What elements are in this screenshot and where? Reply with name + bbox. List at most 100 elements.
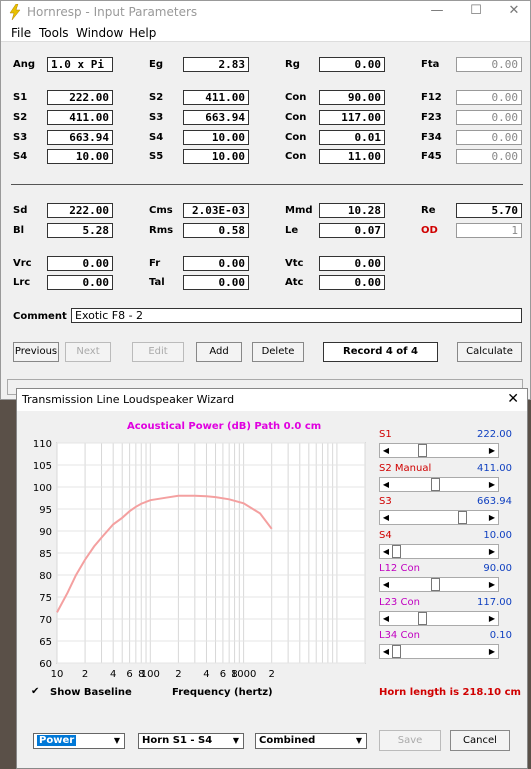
param-label: Rg xyxy=(285,59,300,70)
arrow-left-icon[interactable]: ◀ xyxy=(380,578,392,591)
arrow-right-icon[interactable]: ▶ xyxy=(486,511,498,524)
param-label: Vrc xyxy=(13,258,32,269)
param-field[interactable]: 0.00 xyxy=(456,90,522,105)
slider-scrollbar[interactable]: ◀ ▶ xyxy=(379,476,499,492)
slider-thumb[interactable] xyxy=(431,477,441,491)
param-field[interactable]: 663.94 xyxy=(183,110,249,125)
param-field[interactable]: 0.00 xyxy=(456,57,522,72)
cancel-button[interactable]: Cancel xyxy=(450,730,510,751)
slider-thumb[interactable] xyxy=(392,645,401,658)
arrow-right-icon[interactable]: ▶ xyxy=(486,444,498,457)
menu-file[interactable]: File xyxy=(11,26,31,40)
chevron-down-icon: ▼ xyxy=(355,736,363,745)
wizard-close-button[interactable]: ✕ xyxy=(507,391,519,407)
close-button[interactable]: ✕ xyxy=(504,3,524,21)
param-field[interactable]: 0.00 xyxy=(456,149,522,164)
param-label: Ang xyxy=(13,59,36,70)
param-label: Fr xyxy=(149,258,161,269)
param-field[interactable]: 411.00 xyxy=(183,90,249,105)
param-field[interactable]: 0.00 xyxy=(319,256,385,271)
param-label: S2 xyxy=(13,112,28,123)
slider-scrollbar[interactable]: ◀ ▶ xyxy=(379,443,499,458)
combined-select[interactable]: Combined ▼ xyxy=(255,733,367,749)
add-button[interactable]: Add xyxy=(196,342,242,362)
slider-thumb[interactable] xyxy=(431,578,441,591)
maximize-button[interactable]: ☐ xyxy=(466,3,486,21)
arrow-right-icon[interactable]: ▶ xyxy=(486,578,498,591)
slider-thumb[interactable] xyxy=(418,611,428,625)
param-field[interactable]: 2.83 xyxy=(183,57,249,72)
arrow-left-icon[interactable]: ◀ xyxy=(380,444,392,457)
param-label: OD xyxy=(421,225,438,236)
slider-scrollbar[interactable]: ◀ ▶ xyxy=(379,510,499,525)
param-field[interactable]: 0.01 xyxy=(319,130,385,145)
slider-scrollbar[interactable]: ◀ ▶ xyxy=(379,543,499,559)
menu-window[interactable]: Window xyxy=(76,26,123,40)
edit-button[interactable]: Edit xyxy=(132,342,184,362)
param-field[interactable]: 117.00 xyxy=(319,110,385,125)
arrow-right-icon[interactable]: ▶ xyxy=(486,478,498,491)
arrow-left-icon[interactable]: ◀ xyxy=(380,612,392,625)
slider-thumb[interactable] xyxy=(418,444,428,457)
param-field[interactable]: 663.94 xyxy=(47,130,113,145)
param-field[interactable]: 0.00 xyxy=(47,256,113,271)
param-field[interactable]: 10.00 xyxy=(183,130,249,145)
delete-button[interactable]: Delete xyxy=(252,342,304,362)
arrow-left-icon[interactable]: ◀ xyxy=(380,511,392,524)
y-tick-label: 75 xyxy=(39,593,52,604)
slider-scrollbar[interactable]: ◀ ▶ xyxy=(379,644,499,659)
arrow-right-icon[interactable]: ▶ xyxy=(486,645,498,658)
slider-thumb[interactable] xyxy=(392,544,401,558)
param-field[interactable]: 11.00 xyxy=(319,149,385,164)
param-field[interactable]: 0.00 xyxy=(47,275,113,290)
param-field[interactable]: 2.03E-03 xyxy=(183,203,249,218)
calculate-button[interactable]: Calculate xyxy=(457,342,522,362)
param-label: Con xyxy=(285,151,307,162)
save-button[interactable]: Save xyxy=(379,730,441,751)
mode-select[interactable]: Power ▼ xyxy=(33,733,125,749)
comment-field[interactable]: Exotic F8 - 2 xyxy=(71,308,522,323)
slider-scrollbar[interactable]: ◀ ▶ xyxy=(379,577,499,592)
param-field[interactable]: 10.28 xyxy=(319,203,385,218)
arrow-right-icon[interactable]: ▶ xyxy=(486,612,498,625)
slider-scrollbar[interactable]: ◀ ▶ xyxy=(379,610,499,626)
param-field[interactable]: 411.00 xyxy=(47,110,113,125)
param-label: Fta xyxy=(421,59,440,70)
param-field[interactable]: 5.70 xyxy=(456,203,522,218)
param-field[interactable]: 10.00 xyxy=(47,149,113,164)
param-label: Con xyxy=(285,132,307,143)
horn-select[interactable]: Horn S1 - S4 ▼ xyxy=(138,733,244,749)
menu-tools[interactable]: Tools xyxy=(39,26,69,40)
param-field[interactable]: 0.00 xyxy=(319,57,385,72)
combined-select-value: Combined xyxy=(259,735,316,746)
param-field[interactable]: 222.00 xyxy=(47,203,113,218)
menu-help[interactable]: Help xyxy=(129,26,156,40)
arrow-right-icon[interactable]: ▶ xyxy=(486,545,498,558)
param-field[interactable]: 222.00 xyxy=(47,90,113,105)
param-field[interactable]: 0.00 xyxy=(456,110,522,125)
param-label: Vtc xyxy=(285,258,304,269)
slider-value: 411.00 xyxy=(477,462,512,474)
next-button[interactable]: Next xyxy=(65,342,111,362)
param-field[interactable]: 0.00 xyxy=(456,130,522,145)
param-field[interactable]: 1 xyxy=(456,223,522,238)
arrow-left-icon[interactable]: ◀ xyxy=(380,545,392,558)
param-field[interactable]: 0.00 xyxy=(319,275,385,290)
x-tick-label: 4 xyxy=(110,669,116,680)
transmission-line-wizard-window: Transmission Line Loudspeaker Wizard ✕ A… xyxy=(16,388,528,769)
param-field[interactable]: 0.00 xyxy=(183,275,249,290)
param-field[interactable]: 0.00 xyxy=(183,256,249,271)
slider-thumb[interactable] xyxy=(458,511,468,524)
arrow-left-icon[interactable]: ◀ xyxy=(380,645,392,658)
param-field[interactable]: 0.07 xyxy=(319,223,385,238)
minimize-button[interactable]: — xyxy=(427,3,447,21)
param-field[interactable]: 0.58 xyxy=(183,223,249,238)
arrow-left-icon[interactable]: ◀ xyxy=(380,478,392,491)
x-axis-label: Frequency (hertz) xyxy=(172,687,273,698)
param-field[interactable]: 10.00 xyxy=(183,149,249,164)
param-field[interactable]: 5.28 xyxy=(47,223,113,238)
checkmark-icon[interactable]: ✔ xyxy=(31,687,41,697)
param-field[interactable]: 1.0 x Pi xyxy=(47,57,113,72)
previous-button[interactable]: Previous xyxy=(13,342,59,362)
param-field[interactable]: 90.00 xyxy=(319,90,385,105)
